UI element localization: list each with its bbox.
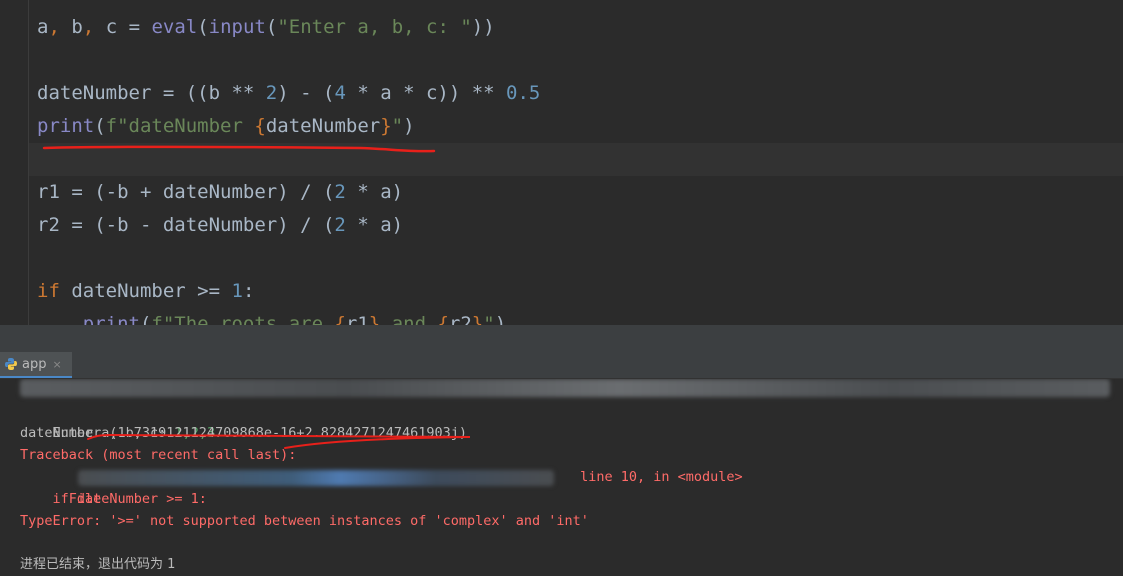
close-icon[interactable]: ×	[52, 358, 61, 371]
code-line: dateNumber = ((b ** 2) - (4 * a * c)) **…	[37, 77, 540, 110]
code-token: ))	[471, 16, 495, 38]
traceback-header: Traceback (most recent call last):	[20, 447, 297, 463]
current-line-highlight	[29, 143, 1123, 176]
code-token: a	[37, 16, 49, 38]
code-token: 4	[334, 82, 346, 104]
code-token: and	[380, 313, 438, 325]
code-token: * a)	[345, 214, 404, 236]
code-token: c =	[105, 16, 152, 38]
code-token: print	[37, 115, 95, 137]
code-token: }	[380, 115, 392, 137]
code-token: b	[71, 16, 83, 38]
code-token: }	[471, 313, 484, 325]
code-token: 2	[334, 214, 346, 236]
code-token: {	[437, 313, 449, 325]
code-token: }	[368, 313, 381, 325]
code-token: :	[242, 280, 255, 302]
code-token: f"dateNumber	[105, 115, 255, 137]
redacted-file-path	[78, 470, 554, 486]
run-tool-window-tabs: app ×	[0, 352, 1123, 379]
code-token: dateNumber	[265, 115, 381, 137]
code-line: if dateNumber >= 1:	[37, 275, 254, 308]
code-token: dateNumber = ((b **	[37, 82, 266, 104]
code-token: eval	[151, 16, 198, 38]
redacted-command-line	[20, 379, 1110, 397]
code-editor[interactable]: a, b, c = eval(input("Enter a, b, c: "))…	[0, 0, 1123, 325]
code-token: dateNumber >=	[71, 280, 232, 302]
traceback-source-line: if dateNumber >= 1:	[20, 491, 207, 507]
code-token: print	[82, 313, 140, 325]
python-icon	[5, 358, 17, 370]
console-input-line: Enter a, b, c: 1,2,3	[20, 400, 216, 441]
code-token: )	[494, 313, 507, 325]
code-token: * a)	[345, 181, 404, 203]
code-token: if	[37, 280, 72, 302]
code-token: )	[403, 115, 415, 137]
code-token: r2 = (-b - dateNumber) / (	[37, 214, 335, 236]
code-token: (	[94, 115, 106, 137]
code-line: print(f"The roots are {r1} and {r2}")	[37, 308, 506, 325]
run-console[interactable]: Enter a, b, c: 1,2,3 dateNumber (1.73191…	[0, 379, 1123, 576]
panel-divider[interactable]	[0, 325, 1123, 352]
code-line: r1 = (-b + dateNumber) / (2 * a)	[37, 176, 403, 209]
type-error-line: TypeError: '>=' not supported between in…	[20, 513, 589, 529]
run-tab-app[interactable]: app ×	[0, 352, 72, 378]
code-token: (	[197, 16, 209, 38]
run-tab-label: app	[22, 356, 47, 372]
code-token: 2	[265, 82, 278, 104]
code-token: 2	[334, 181, 346, 203]
code-line: print(f"dateNumber {dateNumber}")	[37, 110, 415, 143]
code-line: r2 = (-b - dateNumber) / (2 * a)	[37, 209, 403, 242]
code-token: (	[139, 313, 152, 325]
code-token: 1	[231, 280, 243, 302]
code-token: "	[391, 115, 404, 137]
console-output-line: dateNumber (1.7319121124709868e-16+2.828…	[20, 425, 468, 441]
code-token: input	[208, 16, 266, 38]
code-token: {	[334, 313, 346, 325]
traceback-file-location: line 10, in <module>	[572, 469, 743, 485]
code-token: f"The roots are	[151, 313, 335, 325]
code-token: r2	[448, 313, 472, 325]
code-token: ) - (	[277, 82, 335, 104]
code-token: 0.5	[506, 82, 541, 104]
code-token: {	[254, 115, 266, 137]
code-token: "Enter a, b, c: "	[277, 16, 472, 38]
code-token: r1 = (-b + dateNumber) / (	[37, 181, 335, 203]
code-line: a, b, c = eval(input("Enter a, b, c: "))	[37, 11, 495, 44]
code-token: * a * c)) **	[345, 82, 507, 104]
process-exit-line: 进程已结束，退出代码为 1	[20, 557, 176, 572]
code-token: "	[483, 313, 495, 325]
code-token: r1	[345, 313, 369, 325]
code-token: (	[265, 16, 278, 38]
code-token: ,	[48, 16, 72, 38]
code-token: ,	[82, 16, 106, 38]
